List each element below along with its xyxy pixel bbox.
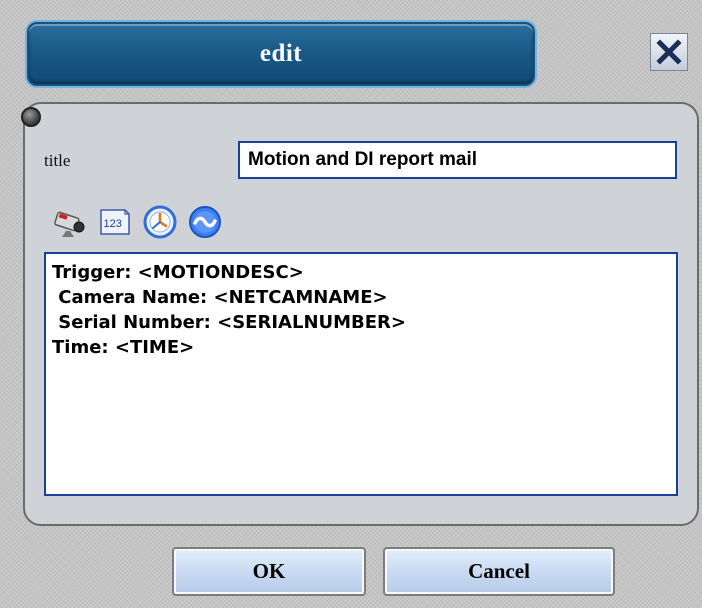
serial-number-icon-text: 123 (104, 218, 122, 230)
insert-time-button[interactable] (142, 204, 178, 240)
insert-trigger-button[interactable] (187, 204, 223, 240)
insert-serial-number-button[interactable]: 123 (97, 204, 133, 240)
title-input[interactable] (238, 141, 677, 179)
clock-time-icon (143, 205, 177, 239)
close-button[interactable] (650, 33, 688, 71)
body-line-time: Time: <TIME> (52, 337, 195, 358)
mail-body-textarea[interactable]: Trigger: <MOTIONDESC> Camera Name: <NETC… (44, 252, 678, 496)
ok-button[interactable]: OK (172, 547, 366, 596)
dialog-title-bar: edit (27, 22, 535, 86)
insert-toolbar: 123 (52, 200, 223, 244)
body-line-serial-number: Serial Number: <SERIALNUMBER> (52, 312, 406, 333)
dialog-title: edit (259, 40, 303, 67)
body-line-camera-name: Camera Name: <NETCAMNAME> (52, 287, 388, 308)
edit-dialog: edit title 123 (0, 0, 702, 608)
panel-corner-knob (21, 107, 41, 127)
title-field-label: title (44, 151, 71, 170)
close-x-icon (656, 39, 682, 65)
cancel-button[interactable]: Cancel (383, 547, 615, 596)
body-line-trigger: Trigger: <MOTIONDESC> (52, 262, 304, 283)
wave-icon (189, 206, 221, 238)
insert-camera-name-button[interactable] (52, 204, 88, 240)
serial-number-123-icon: 123 (100, 209, 130, 235)
camera-icon (54, 211, 85, 237)
